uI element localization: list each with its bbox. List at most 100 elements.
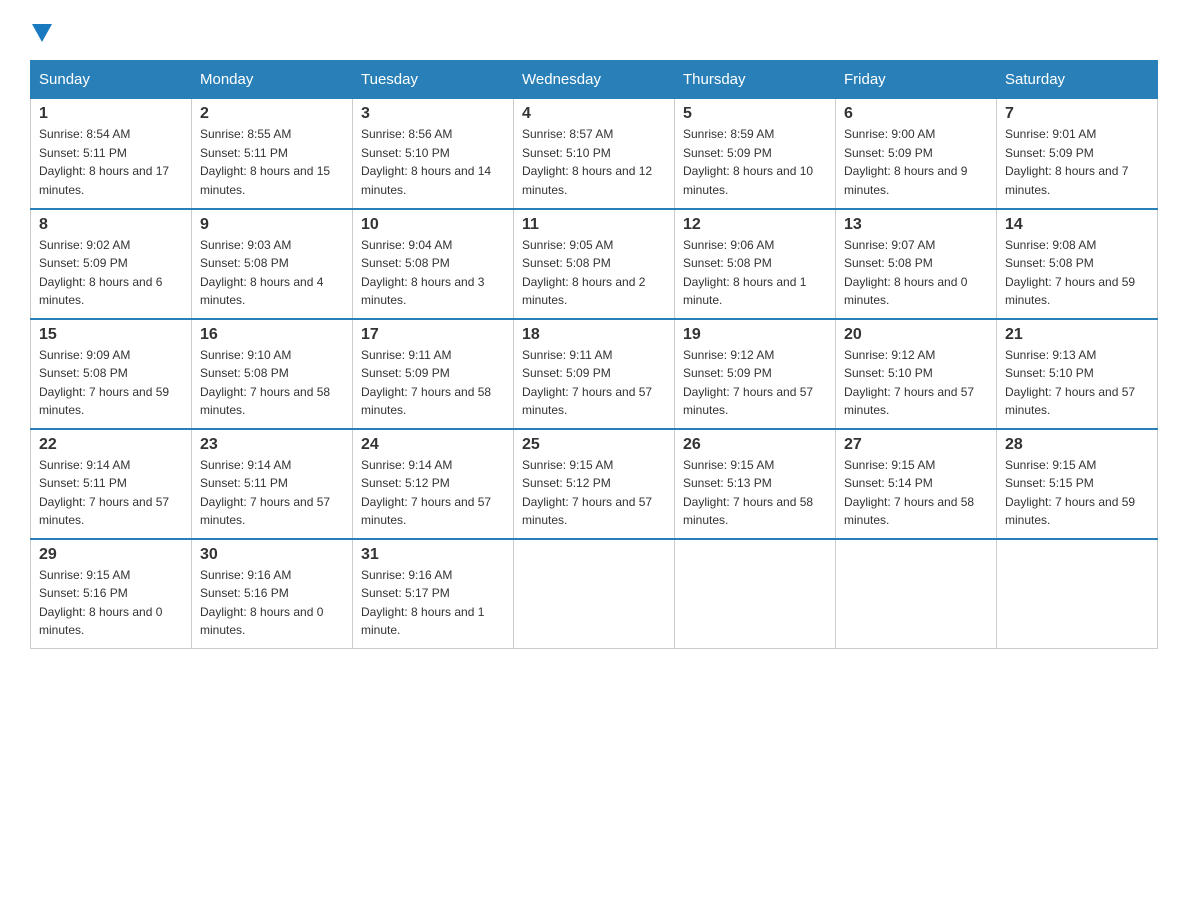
header-cell-saturday: Saturday (997, 61, 1158, 99)
calendar-cell (997, 539, 1158, 649)
day-info: Sunrise: 9:04 AMSunset: 5:08 PMDaylight:… (361, 236, 505, 310)
day-number: 21 (1005, 326, 1149, 344)
calendar-cell: 25Sunrise: 9:15 AMSunset: 5:12 PMDayligh… (514, 429, 675, 539)
day-number: 1 (39, 105, 183, 123)
calendar-cell: 17 Sunrise: 9:11 AMSunset: 5:09 PMDayligh… (353, 319, 514, 429)
day-info: Sunrise: 8:59 AMSunset: 5:09 PMDaylight:… (683, 125, 827, 199)
day-info: Sunrise: 9:11 AMSunset: 5:09 PMDaylight:… (361, 346, 505, 420)
day-number: 30 (200, 546, 344, 564)
day-info: Sunrise: 9:15 AMSunset: 5:16 PMDaylight:… (39, 566, 183, 640)
day-number: 5 (683, 105, 827, 123)
day-info: Sunrise: 9:13 AMSunset: 5:10 PMDaylight:… (1005, 346, 1149, 420)
day-info: Sunrise: 9:03 AMSunset: 5:08 PMDaylight:… (200, 236, 344, 310)
calendar-cell: 11 Sunrise: 9:05 AMSunset: 5:08 PMDayligh… (514, 209, 675, 319)
calendar-cell: 15Sunrise: 9:09 AMSunset: 5:08 PMDayligh… (31, 319, 192, 429)
header-cell-sunday: Sunday (31, 61, 192, 99)
calendar-week-1: 1Sunrise: 8:54 AMSunset: 5:11 PMDaylight… (31, 99, 1158, 209)
calendar-cell: 7 Sunrise: 9:01 AMSunset: 5:09 PMDaylight… (997, 99, 1158, 209)
day-number: 20 (844, 326, 988, 344)
calendar-cell: 14Sunrise: 9:08 AMSunset: 5:08 PMDayligh… (997, 209, 1158, 319)
day-number: 25 (522, 436, 666, 454)
calendar-cell: 19 Sunrise: 9:12 AMSunset: 5:09 PMDayligh… (675, 319, 836, 429)
calendar-cell (514, 539, 675, 649)
day-info: Sunrise: 9:16 AMSunset: 5:16 PMDaylight:… (200, 566, 344, 640)
calendar-cell: 21 Sunrise: 9:13 AMSunset: 5:10 PMDayligh… (997, 319, 1158, 429)
header-cell-tuesday: Tuesday (353, 61, 514, 99)
calendar-cell (836, 539, 997, 649)
day-info: Sunrise: 9:12 AMSunset: 5:09 PMDaylight:… (683, 346, 827, 420)
calendar-cell: 18 Sunrise: 9:11 AMSunset: 5:09 PMDayligh… (514, 319, 675, 429)
day-info: Sunrise: 9:07 AMSunset: 5:08 PMDaylight:… (844, 236, 988, 310)
day-info: Sunrise: 8:55 AMSunset: 5:11 PMDaylight:… (200, 125, 344, 199)
day-info: Sunrise: 9:01 AMSunset: 5:09 PMDaylight:… (1005, 125, 1149, 199)
calendar-cell: 20 Sunrise: 9:12 AMSunset: 5:10 PMDayligh… (836, 319, 997, 429)
calendar-cell: 1Sunrise: 8:54 AMSunset: 5:11 PMDaylight… (31, 99, 192, 209)
day-number: 24 (361, 436, 505, 454)
day-number: 19 (683, 326, 827, 344)
day-number: 18 (522, 326, 666, 344)
page-header (30, 20, 1158, 40)
day-number: 6 (844, 105, 988, 123)
calendar-week-3: 15Sunrise: 9:09 AMSunset: 5:08 PMDayligh… (31, 319, 1158, 429)
day-info: Sunrise: 9:00 AMSunset: 5:09 PMDaylight:… (844, 125, 988, 199)
calendar-cell: 30 Sunrise: 9:16 AMSunset: 5:16 PMDayligh… (192, 539, 353, 649)
calendar-week-2: 8 Sunrise: 9:02 AMSunset: 5:09 PMDaylight… (31, 209, 1158, 319)
calendar-cell: 4Sunrise: 8:57 AMSunset: 5:10 PMDaylight… (514, 99, 675, 209)
day-number: 2 (200, 105, 344, 123)
calendar-cell: 16Sunrise: 9:10 AMSunset: 5:08 PMDayligh… (192, 319, 353, 429)
calendar-week-4: 22 Sunrise: 9:14 AMSunset: 5:11 PMDayligh… (31, 429, 1158, 539)
day-info: Sunrise: 9:08 AMSunset: 5:08 PMDaylight:… (1005, 236, 1149, 310)
day-number: 31 (361, 546, 505, 564)
day-info: Sunrise: 9:02 AMSunset: 5:09 PMDaylight:… (39, 236, 183, 310)
header-cell-monday: Monday (192, 61, 353, 99)
day-number: 8 (39, 216, 183, 234)
day-info: Sunrise: 8:56 AMSunset: 5:10 PMDaylight:… (361, 125, 505, 199)
calendar-cell: 27 Sunrise: 9:15 AMSunset: 5:14 PMDayligh… (836, 429, 997, 539)
calendar-cell: 28 Sunrise: 9:15 AMSunset: 5:15 PMDayligh… (997, 429, 1158, 539)
day-number: 16 (200, 326, 344, 344)
day-info: Sunrise: 9:15 AMSunset: 5:13 PMDaylight:… (683, 456, 827, 530)
calendar-cell: 8 Sunrise: 9:02 AMSunset: 5:09 PMDaylight… (31, 209, 192, 319)
calendar-week-5: 29Sunrise: 9:15 AMSunset: 5:16 PMDayligh… (31, 539, 1158, 649)
calendar-cell: 3Sunrise: 8:56 AMSunset: 5:10 PMDaylight… (353, 99, 514, 209)
day-number: 23 (200, 436, 344, 454)
day-number: 7 (1005, 105, 1149, 123)
calendar-cell: 5 Sunrise: 8:59 AMSunset: 5:09 PMDaylight… (675, 99, 836, 209)
logo (30, 20, 52, 40)
day-info: Sunrise: 9:12 AMSunset: 5:10 PMDaylight:… (844, 346, 988, 420)
day-info: Sunrise: 9:15 AMSunset: 5:14 PMDaylight:… (844, 456, 988, 530)
calendar-cell: 24 Sunrise: 9:14 AMSunset: 5:12 PMDayligh… (353, 429, 514, 539)
calendar-cell: 6 Sunrise: 9:00 AMSunset: 5:09 PMDaylight… (836, 99, 997, 209)
day-number: 27 (844, 436, 988, 454)
day-info: Sunrise: 9:14 AMSunset: 5:12 PMDaylight:… (361, 456, 505, 530)
calendar-cell: 12 Sunrise: 9:06 AMSunset: 5:08 PMDayligh… (675, 209, 836, 319)
day-number: 26 (683, 436, 827, 454)
day-number: 10 (361, 216, 505, 234)
calendar-cell: 2 Sunrise: 8:55 AMSunset: 5:11 PMDaylight… (192, 99, 353, 209)
calendar-cell: 23 Sunrise: 9:14 AMSunset: 5:11 PMDayligh… (192, 429, 353, 539)
day-info: Sunrise: 9:06 AMSunset: 5:08 PMDaylight:… (683, 236, 827, 310)
calendar-cell: 31Sunrise: 9:16 AMSunset: 5:17 PMDayligh… (353, 539, 514, 649)
day-info: Sunrise: 9:15 AMSunset: 5:15 PMDaylight:… (1005, 456, 1149, 530)
calendar-table: SundayMondayTuesdayWednesdayThursdayFrid… (30, 60, 1158, 649)
calendar-cell: 10 Sunrise: 9:04 AMSunset: 5:08 PMDayligh… (353, 209, 514, 319)
day-number: 11 (522, 216, 666, 234)
calendar-cell: 26 Sunrise: 9:15 AMSunset: 5:13 PMDayligh… (675, 429, 836, 539)
calendar-cell: 22 Sunrise: 9:14 AMSunset: 5:11 PMDayligh… (31, 429, 192, 539)
day-info: Sunrise: 9:05 AMSunset: 5:08 PMDaylight:… (522, 236, 666, 310)
day-number: 28 (1005, 436, 1149, 454)
day-info: Sunrise: 9:14 AMSunset: 5:11 PMDaylight:… (39, 456, 183, 530)
header-row: SundayMondayTuesdayWednesdayThursdayFrid… (31, 61, 1158, 99)
day-number: 15 (39, 326, 183, 344)
calendar-cell: 29Sunrise: 9:15 AMSunset: 5:16 PMDayligh… (31, 539, 192, 649)
day-number: 9 (200, 216, 344, 234)
day-number: 17 (361, 326, 505, 344)
day-info: Sunrise: 9:11 AMSunset: 5:09 PMDaylight:… (522, 346, 666, 420)
day-info: Sunrise: 8:57 AMSunset: 5:10 PMDaylight:… (522, 125, 666, 199)
logo-arrow-icon (32, 24, 52, 42)
day-number: 22 (39, 436, 183, 454)
day-number: 13 (844, 216, 988, 234)
day-number: 12 (683, 216, 827, 234)
header-cell-wednesday: Wednesday (514, 61, 675, 99)
day-info: Sunrise: 9:14 AMSunset: 5:11 PMDaylight:… (200, 456, 344, 530)
